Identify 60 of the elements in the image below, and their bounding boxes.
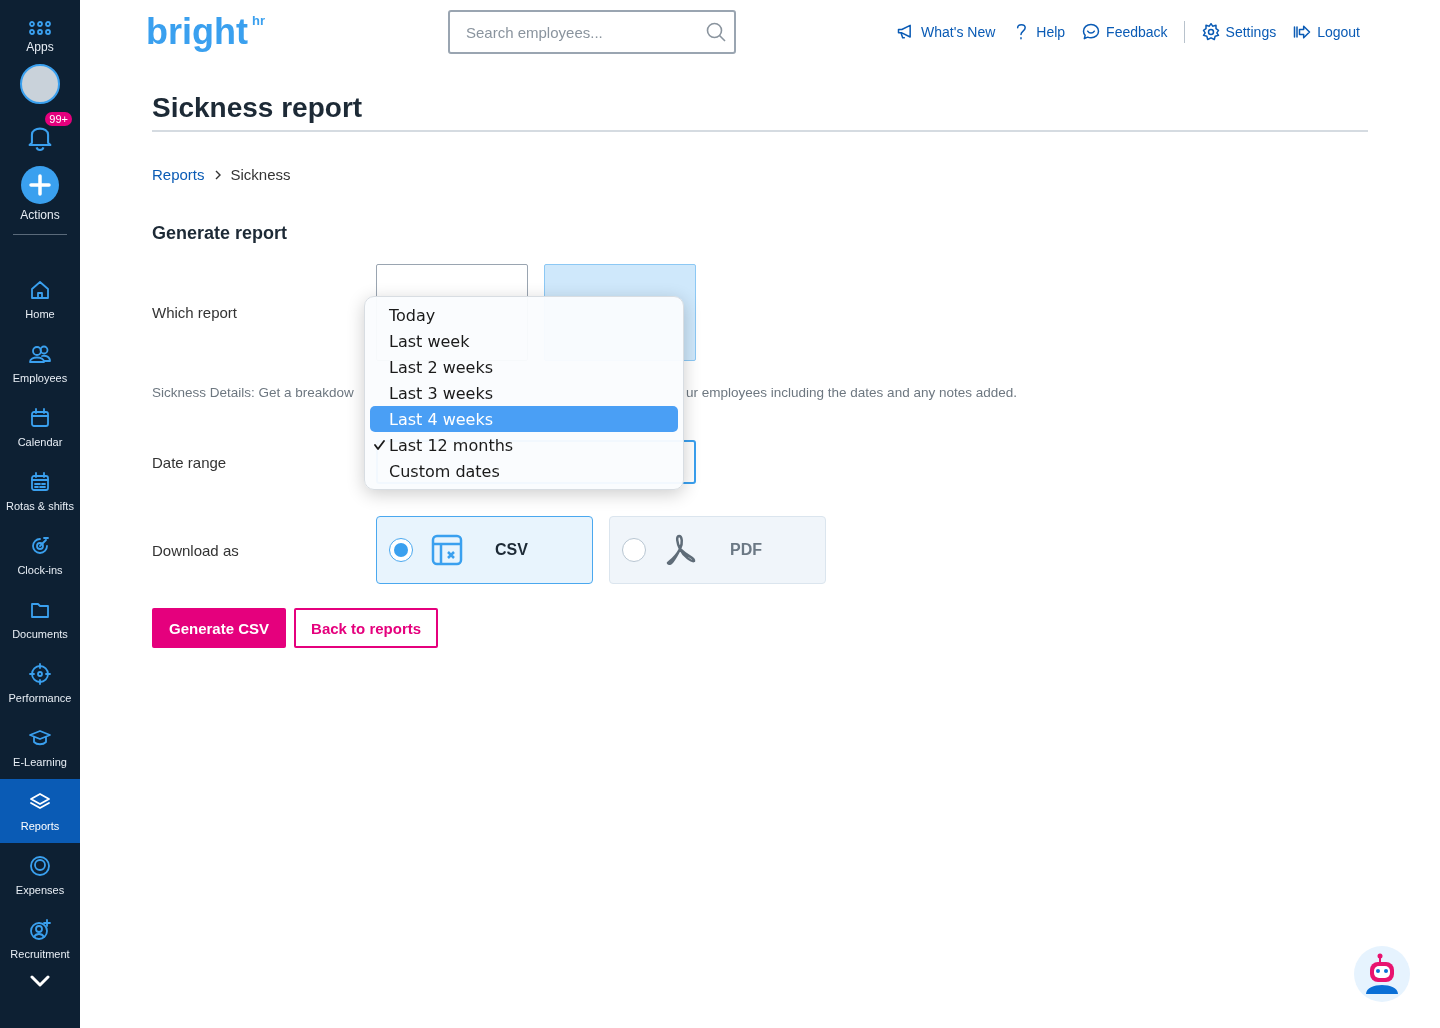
rota-icon [28, 470, 52, 494]
description-text: Sickness Details: Get a breakdow [152, 385, 355, 400]
sidebar-item[interactable]: Employees [0, 331, 80, 395]
search-icon [706, 22, 726, 42]
calendar-icon [28, 406, 52, 430]
header-link[interactable]: Feedback [1081, 22, 1168, 42]
menu-option[interactable]: Last week [370, 328, 678, 354]
radio-button[interactable] [389, 538, 413, 562]
sidebar-item[interactable]: E-Learning [0, 715, 80, 779]
robot-assistant-icon[interactable] [1354, 946, 1410, 1002]
generate-button[interactable]: Generate CSV [152, 608, 287, 648]
pdf-icon [664, 533, 698, 567]
menu-option[interactable]: Last 2 weeks [370, 354, 678, 380]
sidebar-item[interactable]: Reports [0, 779, 80, 843]
sidebar-item[interactable]: Clock-ins [0, 523, 80, 587]
sidebar-item[interactable]: Documents [0, 587, 80, 651]
spreadsheet-icon [431, 534, 463, 566]
section-title: Generate report [152, 223, 289, 244]
sidebar-item[interactable]: Expenses [0, 843, 80, 907]
menu-option[interactable]: Last 3 weeks [370, 380, 678, 406]
target-icon [28, 662, 52, 686]
field-label: Date range [152, 453, 228, 471]
download-option[interactable]: CSV [376, 516, 593, 584]
breadcrumb-current: Sickness [230, 166, 291, 183]
radio-button[interactable] [622, 538, 646, 562]
coin-icon [28, 854, 52, 878]
page-title: Sickness report [152, 92, 1368, 132]
sidebar-item[interactable]: Home [0, 267, 80, 331]
download-option[interactable]: PDF [609, 516, 826, 584]
header-link[interactable]: Settings [1200, 22, 1277, 42]
field-label: Which report [152, 304, 239, 321]
menu-option[interactable]: Today [370, 302, 678, 328]
menu-option[interactable]: Custom dates [370, 458, 678, 484]
description-text: ur employees including the dates and any notes added. [686, 385, 1017, 400]
sidebar-item[interactable]: Recruitment [0, 907, 80, 971]
header-link[interactable]: What's New [896, 22, 996, 42]
user-avatar[interactable] [20, 64, 60, 104]
back-button[interactable]: Back to reports [294, 608, 439, 648]
grid-icon [29, 20, 51, 36]
notification-count-badge: 99+ [45, 112, 72, 126]
menu-option[interactable]: Last 12 months [370, 432, 678, 458]
logout-icon [1292, 22, 1313, 42]
chevron-down-icon[interactable] [30, 975, 50, 987]
actions-button[interactable]: Actions [20, 166, 60, 222]
sidebar-item[interactable]: Performance [0, 651, 80, 715]
chat-bubble-icon [1081, 22, 1102, 42]
chevron-right-icon [214, 169, 221, 180]
sidebar-item[interactable]: Rotas & shifts [0, 459, 80, 523]
apps-button[interactable]: Apps [26, 20, 54, 54]
header-link[interactable]: Help [1011, 22, 1066, 42]
search-field[interactable]: Search employees... [448, 10, 736, 54]
field-label: Download as [152, 541, 240, 559]
sidebar-item[interactable]: Calendar [0, 395, 80, 459]
plus-icon [21, 166, 59, 204]
person-icon [28, 918, 52, 942]
breadcrumb-link[interactable]: Reports [152, 166, 205, 183]
home-icon [28, 278, 52, 302]
settings-icon [1200, 22, 1221, 42]
header-link[interactable]: Logout [1292, 22, 1360, 42]
checkmark-icon [374, 439, 385, 450]
